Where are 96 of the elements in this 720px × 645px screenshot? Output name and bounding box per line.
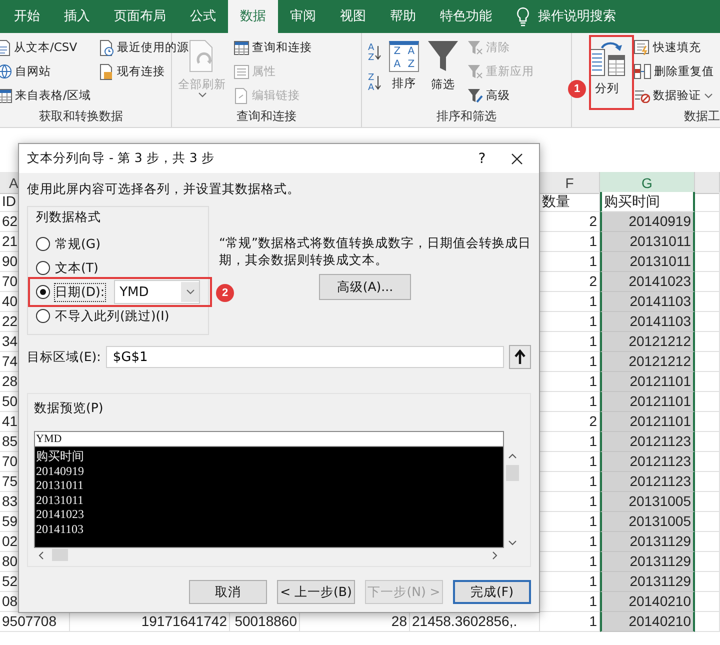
table-cell: 20121123 <box>600 452 695 472</box>
chevron-right-icon <box>492 550 498 560</box>
table-cell: 20121123 <box>600 432 695 452</box>
document-clock-icon <box>98 40 114 56</box>
ribbon-tab[interactable]: 开始 <box>2 0 52 33</box>
group-label: 获取和转换数据 <box>38 108 124 125</box>
radio-button[interactable] <box>36 309 50 323</box>
ribbon-command[interactable]: 高级 <box>486 88 510 103</box>
table-lightning-icon <box>634 40 650 55</box>
table-cell: 20121101 <box>600 372 695 392</box>
down-arrow-icon <box>375 46 382 60</box>
radio-button[interactable] <box>36 237 50 251</box>
up-arrow-icon <box>514 349 526 365</box>
radio-button[interactable] <box>36 285 50 299</box>
validation-icon <box>634 88 650 103</box>
radio-button[interactable] <box>36 261 50 275</box>
ribbon-command[interactable]: 快速填充 <box>653 40 701 55</box>
destination-field[interactable]: $G$1 <box>106 346 504 368</box>
table-cell: 20121212 <box>600 332 695 352</box>
dialog-button[interactable]: < 上一步(B) <box>277 580 355 604</box>
ribbon-command[interactable]: 删除重复值 <box>654 64 714 79</box>
ribbon-tab[interactable]: 页面布局 <box>102 0 178 33</box>
ribbon-tab[interactable]: 帮助 <box>378 0 428 33</box>
ribbon-tab[interactable]: 特色功能 <box>428 0 504 33</box>
funnel-icon <box>427 39 460 73</box>
table-cell: 20131129 <box>600 532 695 552</box>
sort-button[interactable]: A Z <box>368 43 382 63</box>
advanced-button[interactable]: 高级(A)... <box>319 274 411 300</box>
description-text: “常规”数据格式将数值转换成数字，日期值会转换成日期，其余数据则转换成文本。 <box>219 234 531 268</box>
dialog-button[interactable]: 完成(F) <box>453 580 531 604</box>
column-header[interactable]: G <box>600 172 695 194</box>
ribbon-command[interactable]: 自网站 <box>15 64 51 79</box>
close-icon <box>511 152 523 164</box>
help-button[interactable]: ? <box>467 150 497 166</box>
table-columns-icon <box>634 64 651 79</box>
document-icon <box>98 64 114 80</box>
table-cell: 20140210 <box>600 592 695 612</box>
sort-grid-icon: Z A A Z <box>389 41 420 72</box>
dialog-button[interactable]: 取消 <box>189 580 267 604</box>
funnel-pen-icon <box>467 88 484 103</box>
ribbon-tab[interactable]: 视图 <box>328 0 378 33</box>
ribbon-command[interactable]: 来自表格/区域 <box>15 88 91 103</box>
table-cell: 20131005 <box>600 492 695 512</box>
ribbon-tab[interactable]: 插入 <box>52 0 102 33</box>
ribbon-command[interactable]: 查询和连接 <box>252 40 312 55</box>
document-link-icon <box>234 88 249 104</box>
ribbon-command[interactable]: 现有连接 <box>116 64 165 79</box>
table-cell: 20131129 <box>600 552 695 572</box>
ribbon-command[interactable]: 分列 <box>595 81 619 96</box>
table-cell: 20121101 <box>600 392 695 412</box>
ribbon-command[interactable]: 筛选 <box>431 77 456 92</box>
group-label: 排序和筛选 <box>436 108 498 125</box>
preview-column-header: YMD <box>35 432 503 447</box>
table-icon <box>234 40 249 54</box>
chevron-down-icon <box>508 540 517 546</box>
table-cell: 20141103 <box>600 292 695 312</box>
list-icon <box>234 64 249 78</box>
collapse-dialog-button[interactable] <box>509 345 531 369</box>
table-cell: 20140210 <box>600 612 695 632</box>
ribbon-tab[interactable]: 公式 <box>178 0 228 33</box>
preview-table[interactable]: YMD 购买时间 20140919 20131011 20131011 20141023 20141103 <box>34 431 504 548</box>
table-cell: 20121123 <box>600 472 695 492</box>
table-cell: 20131011 <box>600 232 695 252</box>
sort-button[interactable]: Z A <box>368 73 382 93</box>
ribbon-tab[interactable]: 审阅 <box>278 0 328 33</box>
search-field[interactable]: 操作说明搜索 <box>530 0 628 33</box>
column-title-cell: 购买时间 <box>600 192 695 212</box>
chevron-up-icon <box>508 453 517 459</box>
table-cell: 20141103 <box>600 312 695 332</box>
table-cell: 20131005 <box>600 512 695 532</box>
down-arrow-icon <box>375 76 382 90</box>
table-cell: 20131011 <box>600 252 695 272</box>
ribbon-command[interactable]: 从文本/CSV <box>14 40 78 55</box>
split-columns-icon <box>588 39 626 77</box>
group-label: 查询和连接 <box>236 108 298 125</box>
dropdown-button[interactable] <box>181 282 199 302</box>
group-label: 数据工 <box>683 108 720 125</box>
ribbon-command[interactable]: 最近使用的源 <box>116 40 189 55</box>
ribbon-command[interactable]: 数据验证 <box>653 88 701 103</box>
funnel-cross-icon <box>467 64 484 79</box>
dialog-title: 文本分列向导 - 第 3 步，共 3 步 <box>27 150 216 167</box>
caret-icon <box>186 289 194 295</box>
table-cell: 20121101 <box>600 412 695 432</box>
lightbulb-icon <box>516 6 530 26</box>
chevron-left-icon <box>38 550 44 560</box>
column-header[interactable]: F <box>540 172 600 194</box>
ribbon-command[interactable]: 排序 <box>392 76 416 91</box>
table-cell: 20131129 <box>600 572 695 592</box>
scrollbar-thumb[interactable] <box>52 549 68 561</box>
date-format-dropdown[interactable]: YMD <box>114 280 200 304</box>
scrollbar-thumb[interactable] <box>506 465 519 481</box>
ribbon-tab[interactable]: 数据 <box>228 0 278 33</box>
funnel-cross-icon <box>467 40 484 55</box>
table-cell: 20141023 <box>600 272 695 292</box>
table-cell: 20121212 <box>600 352 695 372</box>
table-cell: 20140919 <box>600 212 695 232</box>
